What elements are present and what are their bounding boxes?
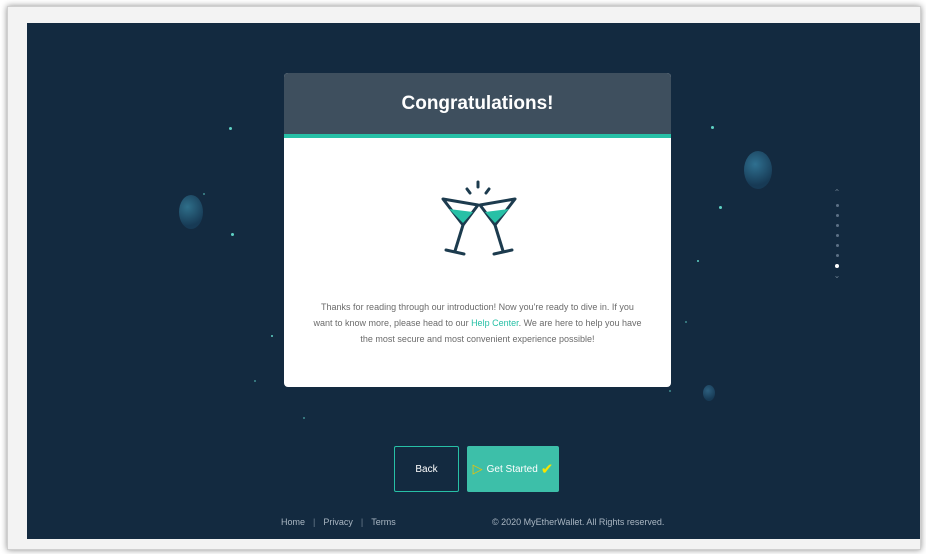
star-decoration [303, 417, 305, 419]
star-decoration [669, 390, 671, 392]
modal-title: Congratulations! [401, 92, 554, 114]
modal-description: Thanks for reading through our introduct… [312, 299, 643, 347]
copyright-text: © 2020 MyEtherWallet. All Rights reserve… [492, 517, 665, 527]
footer-link-privacy[interactable]: Privacy [323, 517, 353, 527]
footer: Home | Privacy | Terms © 2020 MyEtherWal… [27, 515, 920, 531]
cheers-cocktail-icon [441, 180, 517, 256]
back-button[interactable]: Back [394, 446, 459, 492]
planet-decoration [744, 151, 772, 189]
pager-dot[interactable] [835, 224, 839, 227]
intro-pager: ⌃ ⌄ [833, 189, 841, 280]
star-decoration [271, 335, 273, 337]
star-decoration [231, 233, 234, 236]
chevron-up-icon[interactable]: ⌃ [833, 189, 841, 197]
footer-link-home[interactable]: Home [281, 517, 305, 527]
pager-dot[interactable] [835, 204, 839, 207]
pager-dot[interactable] [835, 244, 839, 247]
footer-link-terms[interactable]: Terms [371, 517, 396, 527]
cursor-pointer-icon: ▷ [472, 461, 483, 476]
footer-separator: | [360, 517, 364, 527]
pager-dot[interactable] [835, 234, 839, 237]
modal-header: Congratulations! [284, 73, 671, 138]
get-started-button[interactable]: ▷ Get Started ✔ [467, 446, 559, 492]
help-center-link[interactable]: Help Center [471, 318, 519, 328]
star-decoration [229, 127, 232, 130]
pager-dot[interactable] [835, 214, 839, 217]
congratulations-modal: Congratulations! Thanks for reading thro… [284, 73, 671, 387]
pager-dot[interactable] [835, 254, 839, 257]
star-decoration [711, 126, 714, 129]
planet-decoration [179, 195, 203, 229]
planet-decoration [703, 385, 715, 401]
intro-stage: Congratulations! Thanks for reading thro… [27, 23, 920, 539]
checkmark-icon: ✔ [540, 461, 554, 478]
back-button-label: Back [415, 463, 438, 475]
footer-separator: | [313, 517, 316, 527]
star-decoration [697, 260, 699, 262]
star-decoration [203, 193, 205, 195]
pager-dot-active[interactable] [835, 264, 839, 268]
get-started-button-label: Get Started [486, 463, 538, 475]
chevron-down-icon[interactable]: ⌄ [833, 272, 841, 280]
star-decoration [719, 206, 722, 209]
star-decoration [685, 321, 687, 323]
star-decoration [254, 380, 256, 382]
footer-links: Home | Privacy | Terms [281, 517, 396, 527]
